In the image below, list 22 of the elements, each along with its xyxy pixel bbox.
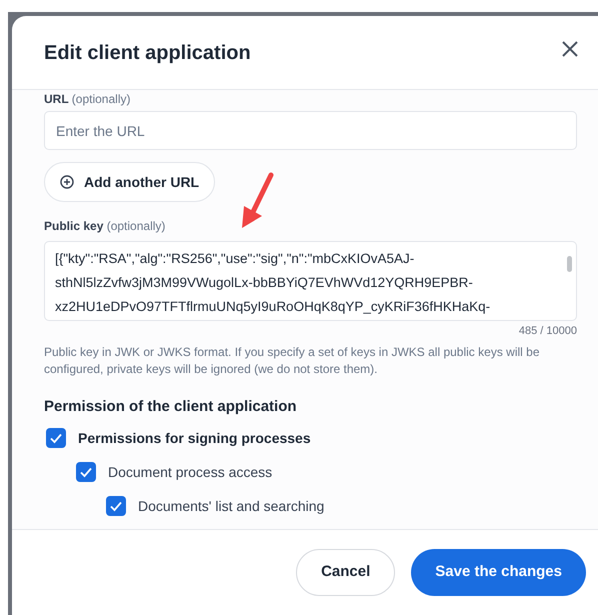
public-key-textarea[interactable]: [{"kty":"RSA","alg":"RS256","use":"sig","n":"mbCxKIOvA5AJ-sthNl5lzZvfw3jM3M99VWugolLx-bbBBYiQ7EVhWVd12YQRH9EPBR-xz2HU1eDPvO97TFTflrmuUNq5yI9uRoOHqK8qYP_cyKRiF36fHKHaKq- [44,241,577,321]
permission-label: Permissions for signing processes [78,428,311,448]
plus-circle-icon [60,175,74,189]
add-url-button[interactable]: Add another URL [44,162,216,202]
permissions-heading: Permission of the client application [44,396,298,416]
public-key-help-text: Public key in JWK or JWKS format. If you specify a set of keys in JWKS all public keys will be configured, private keys will be ignored (we do not store them). [44,344,540,378]
permission-label: Documents' list and searching [138,496,324,516]
check-icon [79,465,93,479]
save-button[interactable]: Save the changes [411,549,586,596]
checkbox[interactable] [76,462,96,482]
url-label: URL (optionally) [44,91,132,108]
permission-label: Document process access [108,462,272,482]
close-icon[interactable] [562,40,578,56]
check-icon [109,499,123,513]
dialog-title: Edit client application [44,40,251,66]
checkbox[interactable] [46,428,66,448]
checkbox[interactable] [106,496,126,516]
public-key-label: Public key (optionally) [44,218,166,235]
cancel-button[interactable]: Cancel [296,549,396,596]
url-input-field[interactable]: Enter the URL [44,111,577,150]
character-counter: 485 / 10000 [518,324,577,339]
check-icon [49,431,63,445]
